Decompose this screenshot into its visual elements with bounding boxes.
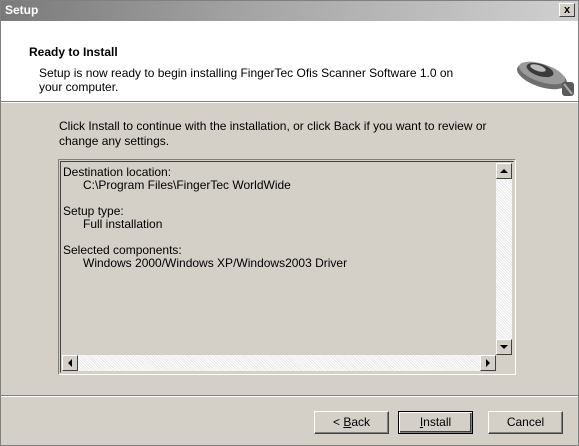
destination-value: C:\Program Files\FingerTec WorldWide bbox=[83, 178, 291, 192]
arrow-left-icon bbox=[68, 359, 72, 367]
instruction-text: Click Install to continue with the insta… bbox=[59, 119, 487, 148]
wizard-header: Ready to Install Setup is now ready to b… bbox=[1, 21, 578, 101]
scroll-right-button[interactable] bbox=[480, 355, 496, 371]
back-prefix: < bbox=[332, 415, 344, 429]
arrow-up-icon bbox=[500, 169, 508, 173]
setup-window: Setup x Ready to Install Setup is now re… bbox=[0, 0, 579, 446]
arrow-right-icon bbox=[486, 359, 490, 367]
vertical-scrollbar[interactable] bbox=[496, 163, 512, 355]
scroll-left-button[interactable] bbox=[62, 355, 78, 371]
summary-text: Destination location: C:\Program Files\F… bbox=[63, 166, 493, 270]
scroll-down-button[interactable] bbox=[496, 339, 512, 355]
back-label: ack bbox=[351, 415, 371, 429]
header-separator bbox=[1, 101, 578, 103]
settings-summary-box: Destination location: C:\Program Files\F… bbox=[58, 159, 516, 375]
fingerprint-scanner-icon bbox=[517, 61, 574, 96]
arrow-down-icon bbox=[500, 345, 508, 349]
back-button[interactable]: < Back bbox=[314, 411, 389, 434]
components-value: Windows 2000/Windows XP/Windows2003 Driv… bbox=[83, 256, 348, 270]
window-title: Setup bbox=[5, 3, 39, 17]
page-title: Ready to Install bbox=[29, 45, 118, 59]
install-label: nstall bbox=[423, 415, 452, 429]
scrollbar-corner bbox=[496, 355, 512, 371]
footer-separator bbox=[1, 395, 578, 397]
install-button[interactable]: Install bbox=[398, 411, 473, 434]
title-bar[interactable]: Setup x bbox=[1, 1, 578, 21]
scroll-up-button[interactable] bbox=[496, 163, 512, 179]
cancel-button[interactable]: Cancel bbox=[488, 411, 563, 434]
setup-type-value: Full installation bbox=[83, 217, 163, 231]
close-button[interactable]: x bbox=[559, 3, 575, 17]
horizontal-scrollbar[interactable] bbox=[62, 355, 496, 371]
page-description: Setup is now ready to begin installing F… bbox=[39, 66, 454, 94]
